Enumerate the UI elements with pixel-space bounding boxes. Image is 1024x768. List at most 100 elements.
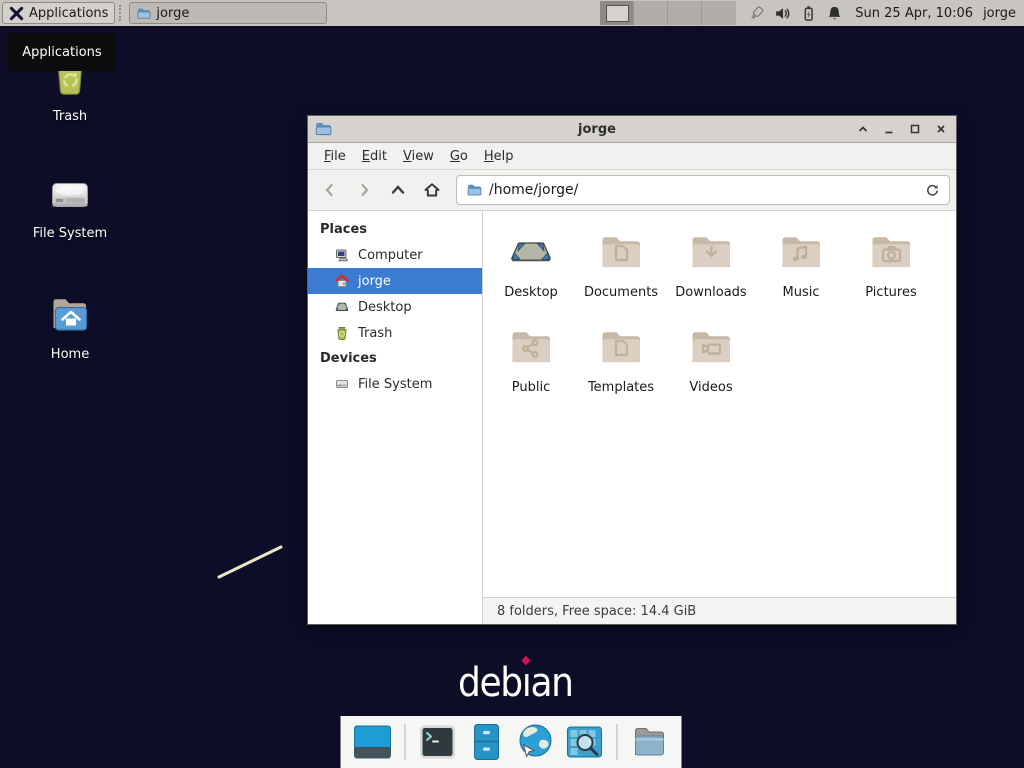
home-button[interactable] bbox=[416, 175, 448, 205]
menu-go[interactable]: Go bbox=[442, 145, 476, 168]
statusbar: 8 folders, Free space: 14.4 GiB bbox=[483, 597, 956, 624]
system-tray bbox=[748, 5, 843, 22]
desktop: debıan Trash File System Home jorge FileEd… bbox=[0, 0, 1024, 768]
file-label: Pictures bbox=[846, 285, 936, 300]
applications-label: Applications bbox=[29, 6, 108, 21]
file-videos[interactable]: Videos bbox=[666, 322, 756, 417]
dock-terminal-button[interactable] bbox=[418, 722, 458, 762]
path-folder-icon bbox=[466, 182, 482, 198]
window-controls bbox=[856, 122, 948, 136]
sidebar-item-computer[interactable]: Computer bbox=[308, 242, 482, 268]
desktop-icon bbox=[507, 227, 555, 277]
battery-charging-icon[interactable] bbox=[800, 5, 817, 22]
sidebar-item-label: jorge bbox=[358, 274, 391, 289]
sidebar-item-label: Computer bbox=[358, 248, 423, 263]
taskbar-window-label: jorge bbox=[156, 6, 189, 21]
dock-show-desktop-button[interactable] bbox=[353, 722, 393, 762]
file-templates[interactable]: Templates bbox=[576, 322, 666, 417]
sidebar-item-trash[interactable]: Trash bbox=[308, 320, 482, 346]
file-music[interactable]: Music bbox=[756, 227, 846, 322]
sidebar-item-desktop[interactable]: Desktop bbox=[308, 294, 482, 320]
workspace-2[interactable] bbox=[634, 1, 668, 25]
dock-separator bbox=[617, 724, 618, 760]
sidebar-header-devices: Devices bbox=[308, 346, 482, 371]
sidebar-item-label: File System bbox=[358, 377, 432, 392]
sidebar-item-jorge[interactable]: jorge bbox=[308, 268, 482, 294]
desktop-icon-label: File System bbox=[24, 226, 116, 241]
app-finder-icon bbox=[565, 722, 605, 762]
taskbar-folder-icon bbox=[136, 6, 151, 21]
window-folder-icon bbox=[314, 120, 332, 138]
top-panel: Applications jorge Sun 25 Apr, 10:06 jor… bbox=[0, 0, 1024, 26]
menu-view[interactable]: View bbox=[395, 145, 442, 168]
folder-documents-icon bbox=[597, 227, 645, 277]
clock[interactable]: Sun 25 Apr, 10:06 bbox=[855, 6, 973, 21]
taskbar-window-button[interactable]: jorge bbox=[129, 2, 327, 24]
file-downloads[interactable]: Downloads bbox=[666, 227, 756, 322]
home-big-icon bbox=[46, 292, 94, 340]
dock bbox=[341, 716, 682, 768]
maximize-button[interactable] bbox=[908, 122, 922, 136]
folder-music-icon bbox=[777, 227, 825, 277]
dock-directory-menu-button[interactable] bbox=[630, 722, 670, 762]
user-home-icon bbox=[334, 273, 350, 289]
file-label: Public bbox=[486, 380, 576, 395]
file-label: Documents bbox=[576, 285, 666, 300]
desktop-icon-label: Home bbox=[24, 347, 116, 362]
workspace-1[interactable] bbox=[600, 1, 634, 25]
notifications-icon[interactable] bbox=[826, 5, 843, 22]
reload-button[interactable] bbox=[925, 183, 940, 198]
folder-videos-icon bbox=[687, 322, 735, 372]
up-button[interactable] bbox=[382, 175, 414, 205]
tasklist-handle bbox=[119, 5, 125, 21]
trash-mini-icon bbox=[334, 325, 350, 341]
location-bar[interactable]: /home/jorge/ bbox=[456, 175, 950, 205]
menu-file[interactable]: File bbox=[316, 145, 354, 168]
debian-logo: debıan bbox=[458, 660, 573, 706]
xfce-logo-icon bbox=[9, 6, 24, 21]
back-button[interactable] bbox=[314, 175, 346, 205]
volume-icon[interactable] bbox=[774, 5, 791, 22]
file-label: Music bbox=[756, 285, 846, 300]
terminal-icon bbox=[418, 722, 458, 762]
close-button[interactable] bbox=[934, 122, 948, 136]
menu-edit[interactable]: Edit bbox=[354, 145, 395, 168]
dock-app-finder-button[interactable] bbox=[565, 722, 605, 762]
file-documents[interactable]: Documents bbox=[576, 227, 666, 322]
dock-file-manager-button[interactable] bbox=[467, 722, 507, 762]
logo-dot bbox=[521, 656, 530, 666]
minimize-button[interactable] bbox=[882, 122, 896, 136]
dock-web-browser-button[interactable] bbox=[516, 722, 556, 762]
menubar: FileEditViewGoHelp bbox=[308, 143, 956, 170]
shade-button[interactable] bbox=[856, 122, 870, 136]
file-pictures[interactable]: Pictures bbox=[846, 227, 936, 322]
applications-menu-button[interactable]: Applications bbox=[2, 2, 115, 24]
computer-icon bbox=[334, 247, 350, 263]
web-browser-icon bbox=[516, 722, 556, 762]
file-label: Templates bbox=[576, 380, 666, 395]
applications-tooltip: Applications bbox=[8, 33, 116, 71]
file-public[interactable]: Public bbox=[486, 322, 576, 417]
show-desktop-icon bbox=[353, 722, 393, 762]
titlebar[interactable]: jorge bbox=[308, 116, 956, 143]
desktop-icon-home[interactable]: Home bbox=[24, 292, 116, 362]
location-text: /home/jorge/ bbox=[489, 182, 918, 198]
workspace-4[interactable] bbox=[702, 1, 736, 25]
workspace-switcher bbox=[600, 1, 736, 25]
username-label: jorge bbox=[983, 6, 1016, 21]
forward-button[interactable] bbox=[348, 175, 380, 205]
window-content: PlacesComputerjorgeDesktopTrashDevicesFi… bbox=[308, 211, 956, 624]
menu-help[interactable]: Help bbox=[476, 145, 522, 168]
workspace-3[interactable] bbox=[668, 1, 702, 25]
sidebar-item-file-system[interactable]: File System bbox=[308, 371, 482, 397]
toolbar: /home/jorge/ bbox=[308, 170, 956, 211]
desktop-icon-label: Trash bbox=[24, 109, 116, 124]
sidebar-item-label: Trash bbox=[358, 326, 392, 341]
desktop-icon-file-system[interactable]: File System bbox=[24, 171, 116, 241]
file-label: Desktop bbox=[486, 285, 576, 300]
status-text: 8 folders, Free space: 14.4 GiB bbox=[497, 604, 696, 619]
folder-pictures-icon bbox=[867, 227, 915, 277]
directory-menu-icon bbox=[630, 722, 670, 762]
removable-device-icon[interactable] bbox=[748, 5, 765, 22]
file-desktop[interactable]: Desktop bbox=[486, 227, 576, 322]
